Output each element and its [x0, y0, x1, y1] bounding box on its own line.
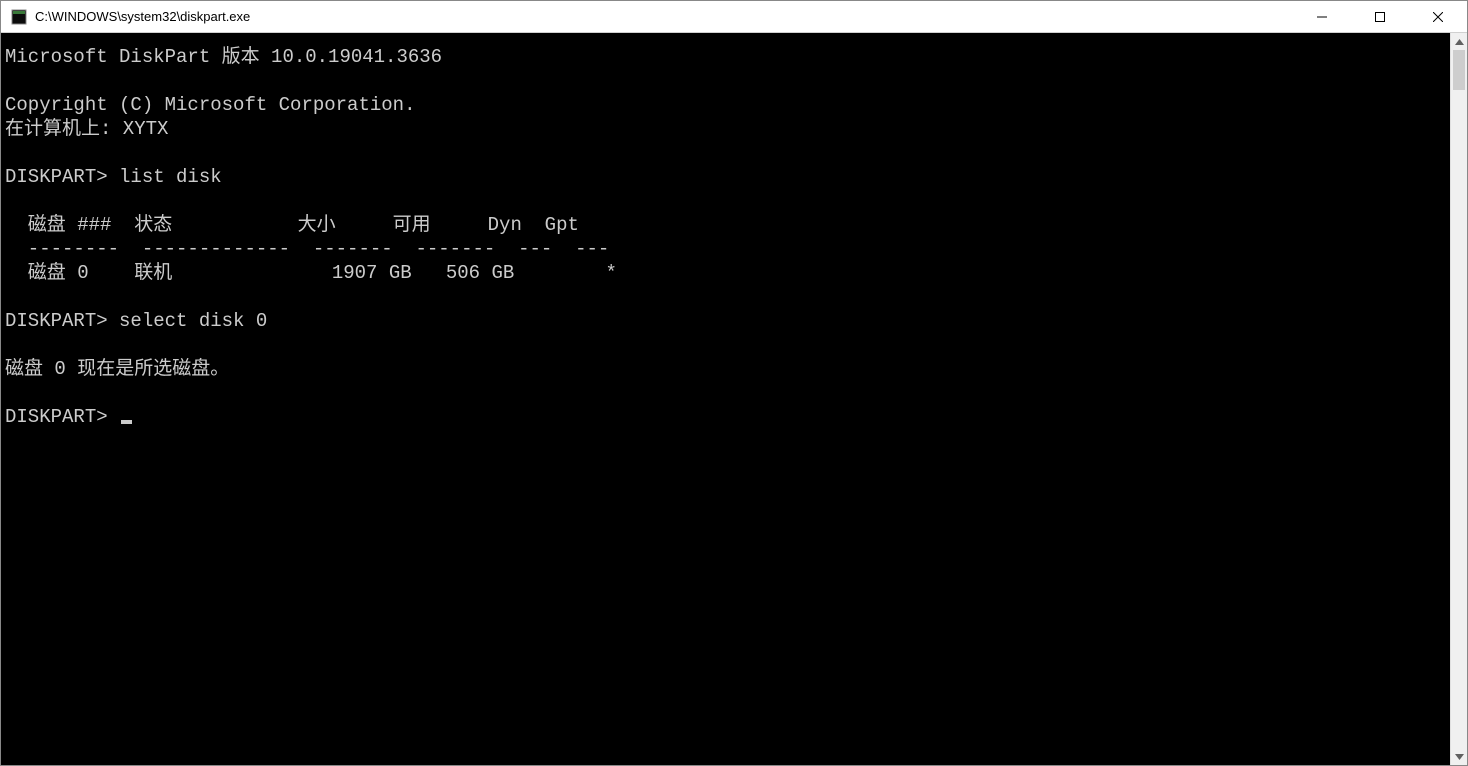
- app-icon: [11, 9, 27, 25]
- scroll-up-arrow[interactable]: [1451, 33, 1467, 50]
- terminal-line: 磁盘 0 联机 1907 GB 506 GB *: [5, 261, 1450, 285]
- terminal-line: Microsoft DiskPart 版本 10.0.19041.3636: [5, 45, 1450, 69]
- terminal-line: DISKPART> list disk: [5, 165, 1450, 189]
- scroll-down-arrow[interactable]: [1451, 748, 1467, 765]
- terminal-line: DISKPART> select disk 0: [5, 309, 1450, 333]
- minimize-button[interactable]: [1293, 1, 1351, 33]
- terminal-line: 磁盘 ### 状态 大小 可用 Dyn Gpt: [5, 213, 1450, 237]
- terminal-line: [5, 333, 1450, 357]
- cursor: [121, 420, 132, 424]
- terminal-line: [5, 189, 1450, 213]
- terminal-line: [5, 141, 1450, 165]
- terminal-line: [5, 69, 1450, 93]
- terminal-line: [5, 381, 1450, 405]
- terminal-output[interactable]: Microsoft DiskPart 版本 10.0.19041.3636 Cop…: [1, 33, 1450, 765]
- terminal-line: [5, 285, 1450, 309]
- terminal-line: DISKPART>: [5, 405, 1450, 429]
- terminal-line: 在计算机上: XYTX: [5, 117, 1450, 141]
- vertical-scrollbar[interactable]: [1450, 33, 1467, 765]
- titlebar: C:\WINDOWS\system32\diskpart.exe: [1, 1, 1467, 33]
- terminal-line: Copyright (C) Microsoft Corporation.: [5, 93, 1450, 117]
- window-title: C:\WINDOWS\system32\diskpart.exe: [35, 1, 1293, 33]
- maximize-button[interactable]: [1351, 1, 1409, 33]
- scroll-thumb[interactable]: [1453, 50, 1465, 90]
- window-controls: [1293, 1, 1467, 32]
- terminal-area: Microsoft DiskPart 版本 10.0.19041.3636 Cop…: [1, 33, 1467, 765]
- terminal-line: 磁盘 0 现在是所选磁盘。: [5, 357, 1450, 381]
- close-button[interactable]: [1409, 1, 1467, 33]
- terminal-line: -------- ------------- ------- ------- -…: [5, 237, 1450, 261]
- scroll-track[interactable]: [1451, 50, 1467, 748]
